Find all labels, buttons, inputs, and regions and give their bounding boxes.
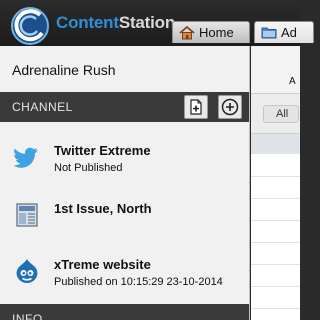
tab-home-label: Home xyxy=(199,25,234,40)
add-channel-button[interactable] xyxy=(218,95,242,119)
channel-status: Published on 10:15:29 23-10-2014 xyxy=(54,276,223,288)
row-divider xyxy=(251,264,300,265)
plus-circle-icon xyxy=(221,98,239,116)
house-icon xyxy=(179,25,195,39)
new-document-button[interactable] xyxy=(184,95,208,119)
brand-part-1: Content xyxy=(56,13,119,32)
row-divider xyxy=(251,308,300,309)
info-section-label: INFO xyxy=(12,312,43,320)
row-divider xyxy=(251,286,300,287)
contentstation-logo-icon xyxy=(11,7,49,45)
channel-panel: Adrenaline Rush CHANNEL Twitter Extreme … xyxy=(0,46,250,320)
info-section-header[interactable]: INFO xyxy=(0,304,249,320)
channel-item[interactable]: 1st Issue, North xyxy=(0,188,249,244)
channel-status: Not Published xyxy=(54,162,123,174)
panel-title: Adrenaline Rush xyxy=(12,62,116,78)
folder-icon xyxy=(261,27,277,39)
document-add-icon xyxy=(190,99,202,115)
app-brand: ContentStation xyxy=(56,13,175,33)
right-content-area: A All xyxy=(251,46,300,320)
top-bar: ContentStation Home Ad xyxy=(0,0,314,46)
channel-section-header: CHANNEL xyxy=(0,92,249,122)
channel-item[interactable]: Twitter Extreme Not Published xyxy=(0,130,249,186)
twitter-bird-icon xyxy=(14,147,38,168)
tab-ad[interactable]: Ad xyxy=(254,21,314,43)
filter-bar: All xyxy=(251,94,300,134)
channel-item[interactable]: xTreme website Published on 10:15:29 23-… xyxy=(0,244,249,300)
selected-row[interactable] xyxy=(251,134,300,154)
row-divider xyxy=(251,220,300,221)
brand-part-2: Station xyxy=(118,13,176,32)
channel-section-label: CHANNEL xyxy=(12,100,73,114)
row-divider xyxy=(251,242,300,243)
right-toolbar: A xyxy=(251,46,300,94)
row-divider xyxy=(251,176,300,177)
channel-name: Twitter Extreme xyxy=(54,143,151,158)
tab-home[interactable]: Home xyxy=(172,21,250,43)
filter-all-button[interactable]: All xyxy=(263,105,299,123)
row-divider xyxy=(251,198,300,199)
drupal-icon xyxy=(16,259,38,283)
tab-ad-label: Ad xyxy=(281,25,297,40)
channel-name: 1st Issue, North xyxy=(54,201,152,216)
channel-name: xTreme website xyxy=(54,257,151,272)
print-issue-icon xyxy=(16,203,38,227)
right-toolbar-label: A xyxy=(289,76,296,87)
